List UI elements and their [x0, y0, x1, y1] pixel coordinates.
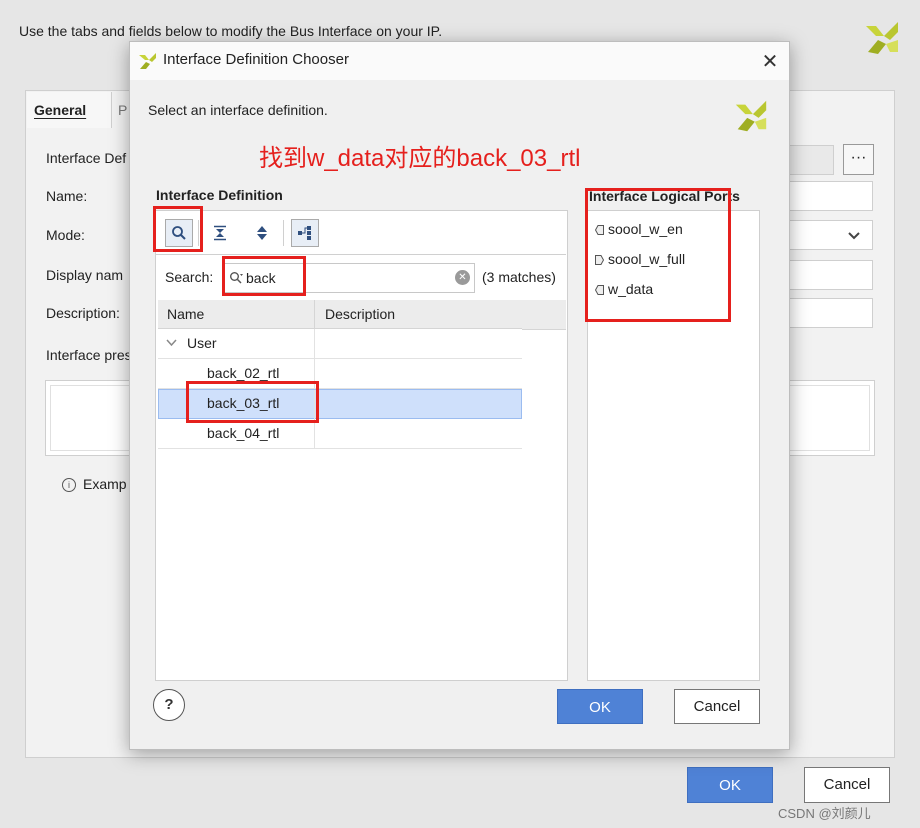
- interface-definition-heading: Interface Definition: [156, 187, 283, 203]
- tree-group-label: User: [187, 335, 217, 351]
- xilinx-logo: [735, 100, 767, 132]
- hierarchy-icon: [298, 226, 311, 240]
- description-label: Description:: [46, 305, 120, 321]
- interface-preview-label: Interface pres: [46, 347, 132, 363]
- help-button[interactable]: ?: [153, 689, 185, 721]
- expand-all-button[interactable]: [249, 220, 275, 246]
- toolbar-divider: [283, 220, 284, 246]
- vivado-logo-icon: [139, 53, 156, 69]
- close-icon[interactable]: ✕: [760, 49, 780, 74]
- mode-label: Mode:: [46, 227, 85, 243]
- highlight-box-ports: [585, 188, 731, 322]
- highlight-box-selected-row: [186, 381, 319, 423]
- watermark: CSDN @刘颜儿: [778, 806, 871, 821]
- tab-general[interactable]: General: [34, 102, 86, 118]
- chevron-down-icon[interactable]: [166, 336, 177, 350]
- highlight-box-search-field: [222, 256, 306, 296]
- dialog-cancel-button[interactable]: Cancel: [674, 689, 760, 724]
- dialog-title: Interface Definition Chooser: [163, 51, 349, 68]
- clear-search-icon[interactable]: ✕: [455, 270, 470, 285]
- column-header-description[interactable]: Description: [314, 300, 522, 329]
- hierarchy-view-button[interactable]: [291, 219, 319, 247]
- description-field[interactable]: [788, 298, 873, 328]
- tab-second[interactable]: P: [118, 102, 127, 118]
- table-row[interactable]: back_04_rtl: [158, 419, 522, 449]
- instruction-text: Use the tabs and fields below to modify …: [19, 23, 443, 39]
- info-icon: i: [62, 478, 76, 492]
- column-divider: [314, 419, 315, 448]
- example-text: Examp: [83, 476, 127, 492]
- match-count: (3 matches): [482, 269, 556, 285]
- interface-definition-label: Interface Def: [46, 150, 127, 166]
- annotation-text: 找到w_data对应的back_03_rtl: [259, 145, 581, 172]
- dialog-subtitle: Select an interface definition.: [148, 102, 328, 118]
- search-label: Search:: [165, 269, 214, 285]
- xilinx-logo: [866, 22, 898, 54]
- display-name-field[interactable]: [788, 260, 873, 290]
- tree-group-user[interactable]: User: [158, 329, 522, 359]
- name-field[interactable]: [788, 181, 873, 211]
- expand-all-icon: [257, 226, 267, 240]
- dialog-ok-button[interactable]: OK: [557, 689, 643, 724]
- mode-select[interactable]: [788, 220, 873, 250]
- ok-button[interactable]: OK: [687, 767, 773, 803]
- toolbar-separator: [156, 254, 566, 255]
- browse-button[interactable]: ···: [843, 144, 874, 175]
- collapse-all-icon: [214, 225, 226, 241]
- chevron-down-icon: [848, 232, 860, 240]
- row-name: back_04_rtl: [207, 425, 280, 441]
- interface-definition-field[interactable]: [788, 145, 834, 175]
- collapse-all-button[interactable]: [207, 220, 233, 246]
- column-header-name[interactable]: Name: [158, 300, 314, 329]
- column-divider: [314, 329, 315, 358]
- name-label: Name:: [46, 188, 88, 204]
- display-name-label: Display nam: [46, 267, 124, 283]
- highlight-box-search-button: [153, 206, 203, 252]
- cancel-button[interactable]: Cancel: [804, 767, 890, 803]
- row-name: back_02_rtl: [207, 365, 280, 381]
- column-header-filler: [522, 300, 566, 330]
